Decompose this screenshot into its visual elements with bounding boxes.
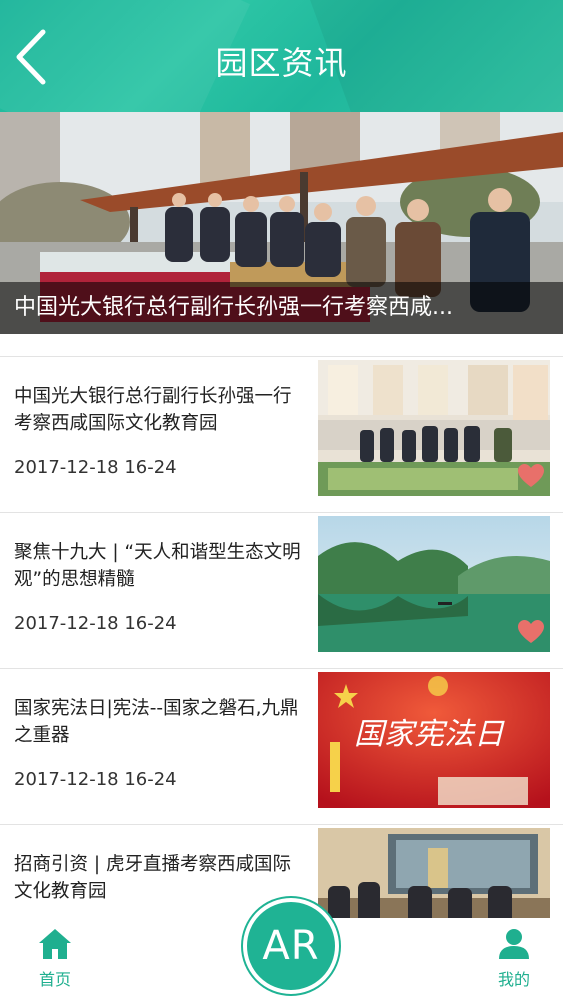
nav-me-label: 我的: [497, 970, 530, 989]
nav-home[interactable]: 首页: [20, 928, 90, 990]
news-date: 2017-12-18 16-24: [14, 457, 177, 478]
heart-icon[interactable]: [518, 464, 544, 488]
user-icon: [499, 929, 529, 959]
thumbnail-text: 国家宪法日: [354, 717, 505, 752]
nav-home-label: 首页: [38, 970, 71, 989]
news-list-item[interactable]: 中国光大银行总行副行长孙强一行考察西咸国际文化教育园 2017-12-18 16…: [0, 356, 563, 512]
news-list-item[interactable]: 聚焦十九大 | “天人和谐型生态文明观”的思想精髓 2017-12-18 16-…: [0, 512, 563, 668]
news-thumbnail: 国家宪法日: [318, 672, 550, 808]
ar-button[interactable]: AR: [243, 898, 339, 994]
home-icon: [39, 929, 71, 959]
news-thumbnail: [318, 516, 550, 652]
news-title: 国家宪法日|宪法--国家之磐石,九鼎之重器: [14, 698, 299, 746]
nav-me[interactable]: 我的: [479, 928, 549, 990]
news-image: [318, 360, 550, 496]
news-date: 2017-12-18 16-24: [14, 613, 177, 634]
news-title: 中国光大银行总行副行长孙强一行考察西咸国际文化教育园: [14, 386, 292, 434]
news-date: 2017-12-18 16-24: [14, 769, 177, 790]
spacer: [0, 334, 563, 356]
ar-button-label: AR: [262, 923, 320, 969]
news-image: 国家宪法日: [318, 672, 550, 808]
news-title: 聚焦十九大 | “天人和谐型生态文明观”的思想精髓: [14, 542, 301, 590]
heart-icon[interactable]: [518, 620, 544, 644]
news-thumbnail: [318, 360, 550, 496]
top-bar: 园区资讯: [0, 0, 563, 112]
page-title: 园区资讯: [215, 44, 348, 82]
news-image: [318, 516, 550, 652]
banner-caption: 中国光大银行总行副行长孙强一行考察西咸...: [0, 282, 563, 334]
featured-banner[interactable]: 中国光大银行总行副行长孙强一行考察西咸...: [0, 112, 563, 334]
news-list-item[interactable]: 国家宪法日|宪法--国家之磐石,九鼎之重器 2017-12-18 16-24 国…: [0, 668, 563, 824]
news-title: 招商引资 | 虎牙直播考察西咸国际文化教育园: [14, 854, 291, 902]
